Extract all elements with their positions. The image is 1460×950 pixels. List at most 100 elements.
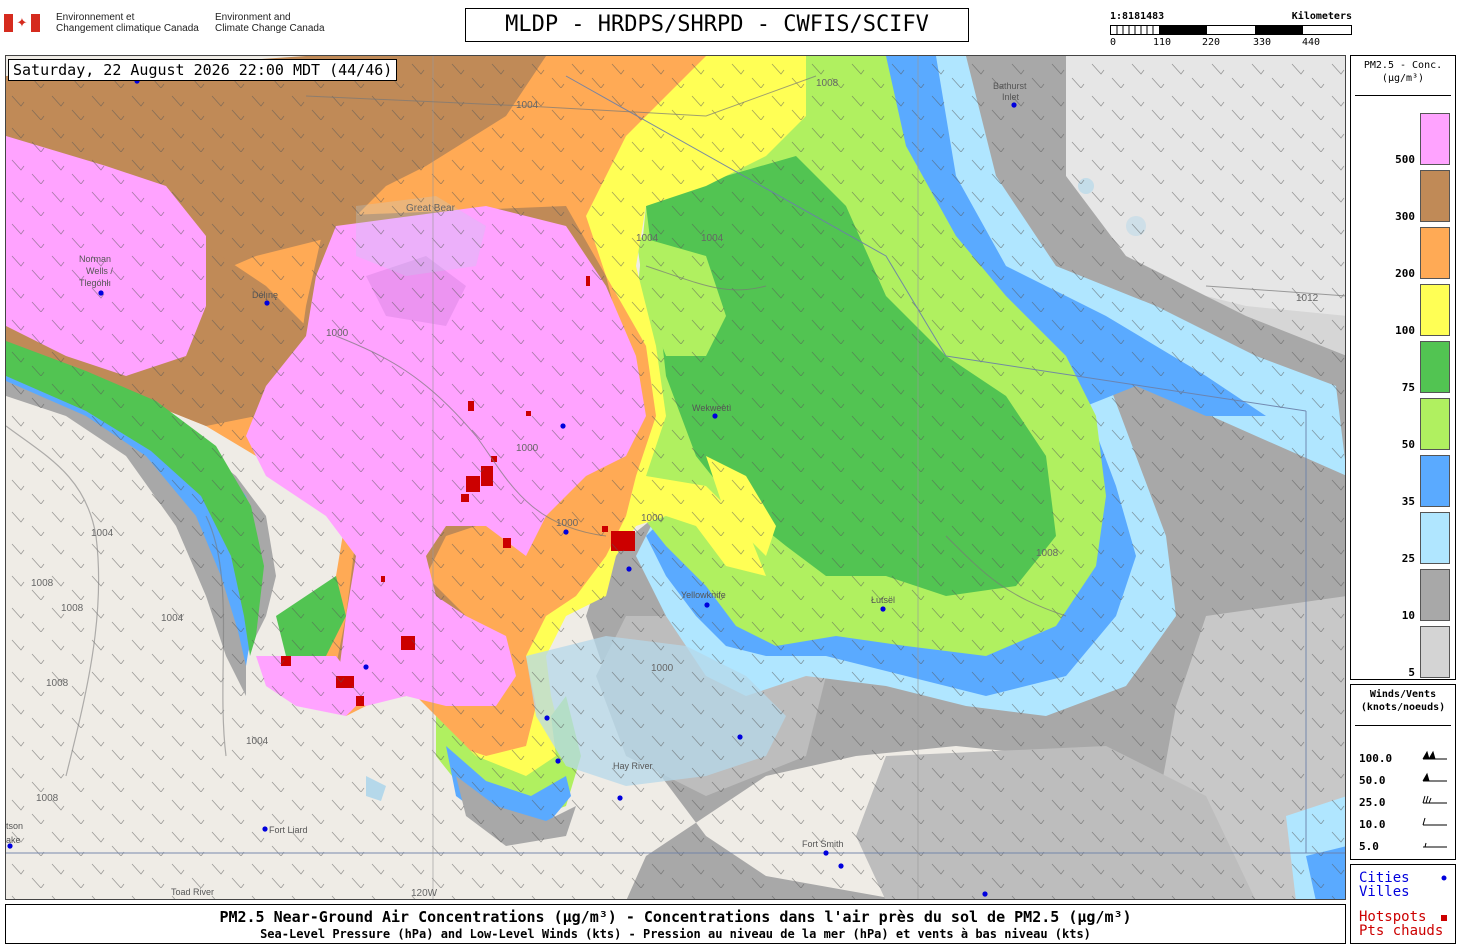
legend-level-label: 10 (1401, 609, 1415, 622)
city-marker (838, 863, 844, 869)
scale-tick: 0 (1110, 37, 1117, 48)
isobar-label: 1008 (31, 578, 54, 589)
city-label-norman-wells: Wells / (86, 266, 113, 276)
city-label-fort-liard: Fort Liard (269, 825, 308, 835)
city-marker (264, 300, 270, 306)
city-marker (98, 290, 104, 296)
dept-name-fr: Environnement et Changement climatique C… (56, 12, 199, 34)
canada-flag-icon: ✦ (4, 14, 40, 32)
isobar-label: 1008 (1036, 548, 1059, 559)
wind-barb-icon (1422, 817, 1447, 826)
forecast-timestamp: Saturday, 22 August 2026 22:00 MDT (44/4… (8, 59, 398, 81)
legend-level-label: 300 (1395, 210, 1415, 223)
pm25-legend: PM2.5 - Conc. (µg/m³) 500 300 200 100 75 50 35… (1350, 55, 1456, 680)
wind-row: 50.0 (1359, 772, 1447, 787)
wind-barb-icon (1422, 795, 1447, 804)
legend-swatch (1420, 170, 1450, 222)
isobar-label: 1004 (91, 528, 114, 539)
scale-graphic (1110, 25, 1352, 35)
product-title: MLDP - HRDPS/SHRPD - CWFIS/SCIFV (465, 8, 969, 42)
legend-swatch (1420, 341, 1450, 393)
legend-level-label: 200 (1395, 267, 1415, 280)
legend-level-label: 25 (1401, 552, 1415, 565)
city-marker (262, 826, 268, 832)
scale-tick: 110 (1153, 37, 1172, 48)
legend-swatch (1420, 455, 1450, 507)
key-villes-label: Villes (1359, 884, 1410, 900)
isobar-label: 1004 (516, 100, 539, 111)
legend-swatch (1420, 113, 1450, 165)
isobar-label: 1008 (61, 603, 84, 614)
scale-unit: Kilometers (1291, 11, 1352, 22)
isobar-label: 1008 (36, 793, 59, 804)
city-dot-icon (1441, 875, 1447, 881)
wind-barb-icon (1422, 750, 1447, 760)
legend-title: PM2.5 - Conc. (µg/m³) (1363, 60, 1443, 84)
isobar-label: 1000 (651, 663, 674, 674)
city-marker (555, 758, 561, 764)
city-marker (880, 606, 886, 612)
city-marker (704, 602, 710, 608)
legend-swatch (1420, 626, 1450, 678)
eccc-logo: ✦ Environnement et Changement climatique… (4, 12, 334, 42)
isobar-label: 1008 (46, 678, 69, 689)
wind-row: 25.0 (1359, 795, 1447, 809)
city-label-wekweeti: Wekweètì (692, 403, 731, 413)
scale-tick: 220 (1202, 37, 1221, 48)
city-marker (626, 566, 632, 572)
winds-legend: Winds/Vents (knots/noeuds) 100.0 50.0 25… (1350, 684, 1456, 860)
city-label-bathurst-inlet: Bathurst (993, 81, 1027, 91)
scale-tick: 330 (1253, 37, 1272, 48)
legend-level-label: 35 (1401, 495, 1415, 508)
city-label-hay-river: Hay River (613, 761, 653, 771)
hotspot-square-icon (1441, 915, 1447, 921)
city-marker (363, 664, 369, 670)
city-label-lutselke: Łutsël (871, 595, 895, 605)
city-label-toad-river: Toad River (171, 887, 214, 897)
wind-barb-icon (1423, 842, 1447, 848)
city-label-watson-lake: ake (6, 835, 21, 845)
city-label-fort-smith: Fort Smith (802, 839, 844, 849)
city-marker (712, 413, 718, 419)
symbol-key: Cities Villes Hotspots Pts chauds (1350, 864, 1456, 944)
isobar-label: 1004 (161, 613, 184, 624)
key-pts-chauds-label: Pts chauds (1359, 923, 1444, 939)
legend-level-label: 500 (1395, 153, 1415, 166)
isobar-label: 1004 (701, 233, 724, 244)
city-label-norman-wells: Norman (79, 254, 111, 264)
winds-legend-title: Winds/Vents (knots/noeuds) (1360, 689, 1446, 713)
isobar-label: 1012 (1296, 293, 1319, 304)
city-label-bathurst-inlet: Inlet (1002, 92, 1020, 102)
wind-barb-icon (1422, 772, 1447, 782)
caption-line-1: PM2.5 Near-Ground Air Concentrations (µg… (219, 908, 1132, 926)
map-canvas: 1004 1008 1004 1004 1000 1000 1000 1000 … (6, 56, 1345, 899)
city-marker (1011, 102, 1017, 108)
lake-label: Great Bear (406, 203, 456, 214)
isobar-label: 1000 (326, 328, 349, 339)
wind-row: 5.0 (1359, 840, 1447, 853)
wind-row: 10.0 (1359, 817, 1447, 831)
isobar-label: 1000 (516, 443, 539, 454)
legend-swatch (1420, 284, 1450, 336)
isobar-label: 1004 (246, 736, 269, 747)
scale-ratio: 1:8181483 (1110, 11, 1165, 22)
city-label-deline: Délı̨nę (252, 290, 278, 300)
scale-tick: 440 (1302, 37, 1321, 48)
city-marker (823, 850, 829, 856)
legend-level-label: 75 (1401, 381, 1415, 394)
legend-level-label: 50 (1401, 438, 1415, 451)
wind-row: 100.0 (1359, 750, 1447, 765)
map-panel[interactable]: 1004 1008 1004 1004 1000 1000 1000 1000 … (5, 55, 1346, 900)
isobar-label: 1004 (636, 233, 659, 244)
meridian-label: 120W (411, 888, 438, 899)
city-label-watson-lake: tson (6, 821, 23, 831)
city-marker (617, 795, 623, 801)
dept-name-en: Environment and Climate Change Canada (215, 12, 325, 34)
scale-bar: 1:8181483 Kilometers 0 110 220 330 440 (1110, 11, 1352, 51)
legend-level-label: 100 (1395, 324, 1415, 337)
legend-swatch (1420, 512, 1450, 564)
isobar-label: 1000 (641, 513, 664, 524)
city-marker (982, 891, 988, 897)
caption-line-2: Sea-Level Pressure (hPa) and Low-Level W… (260, 927, 1091, 941)
legend-swatch (1420, 227, 1450, 279)
